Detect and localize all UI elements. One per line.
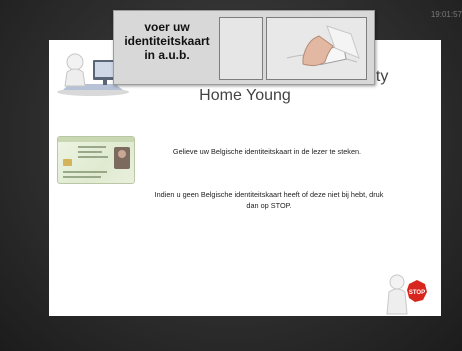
belgian-id-card-icon bbox=[57, 136, 135, 184]
prompt-line-1: voer uw bbox=[144, 20, 190, 34]
stop-button[interactable]: STOP bbox=[379, 270, 437, 316]
stop-label: STOP bbox=[409, 290, 425, 296]
insert-card-prompt: voer uw identiteitskaart in a.u.b. bbox=[113, 10, 375, 85]
hand-inserting-card-icon bbox=[266, 17, 367, 80]
page-title: Home Young bbox=[199, 87, 291, 104]
prompt-line-3: in a.u.b. bbox=[144, 48, 190, 62]
prompt-line-2: identiteitskaart bbox=[124, 34, 210, 48]
insert-card-message: Gelieve uw Belgische identiteitskaart in… bbox=[172, 147, 362, 156]
clock: 19:01:57 bbox=[430, 10, 462, 19]
card-slot-panel bbox=[219, 17, 263, 80]
stop-instruction-message: Indien u geen Belgische identiteitskaart… bbox=[154, 190, 384, 210]
